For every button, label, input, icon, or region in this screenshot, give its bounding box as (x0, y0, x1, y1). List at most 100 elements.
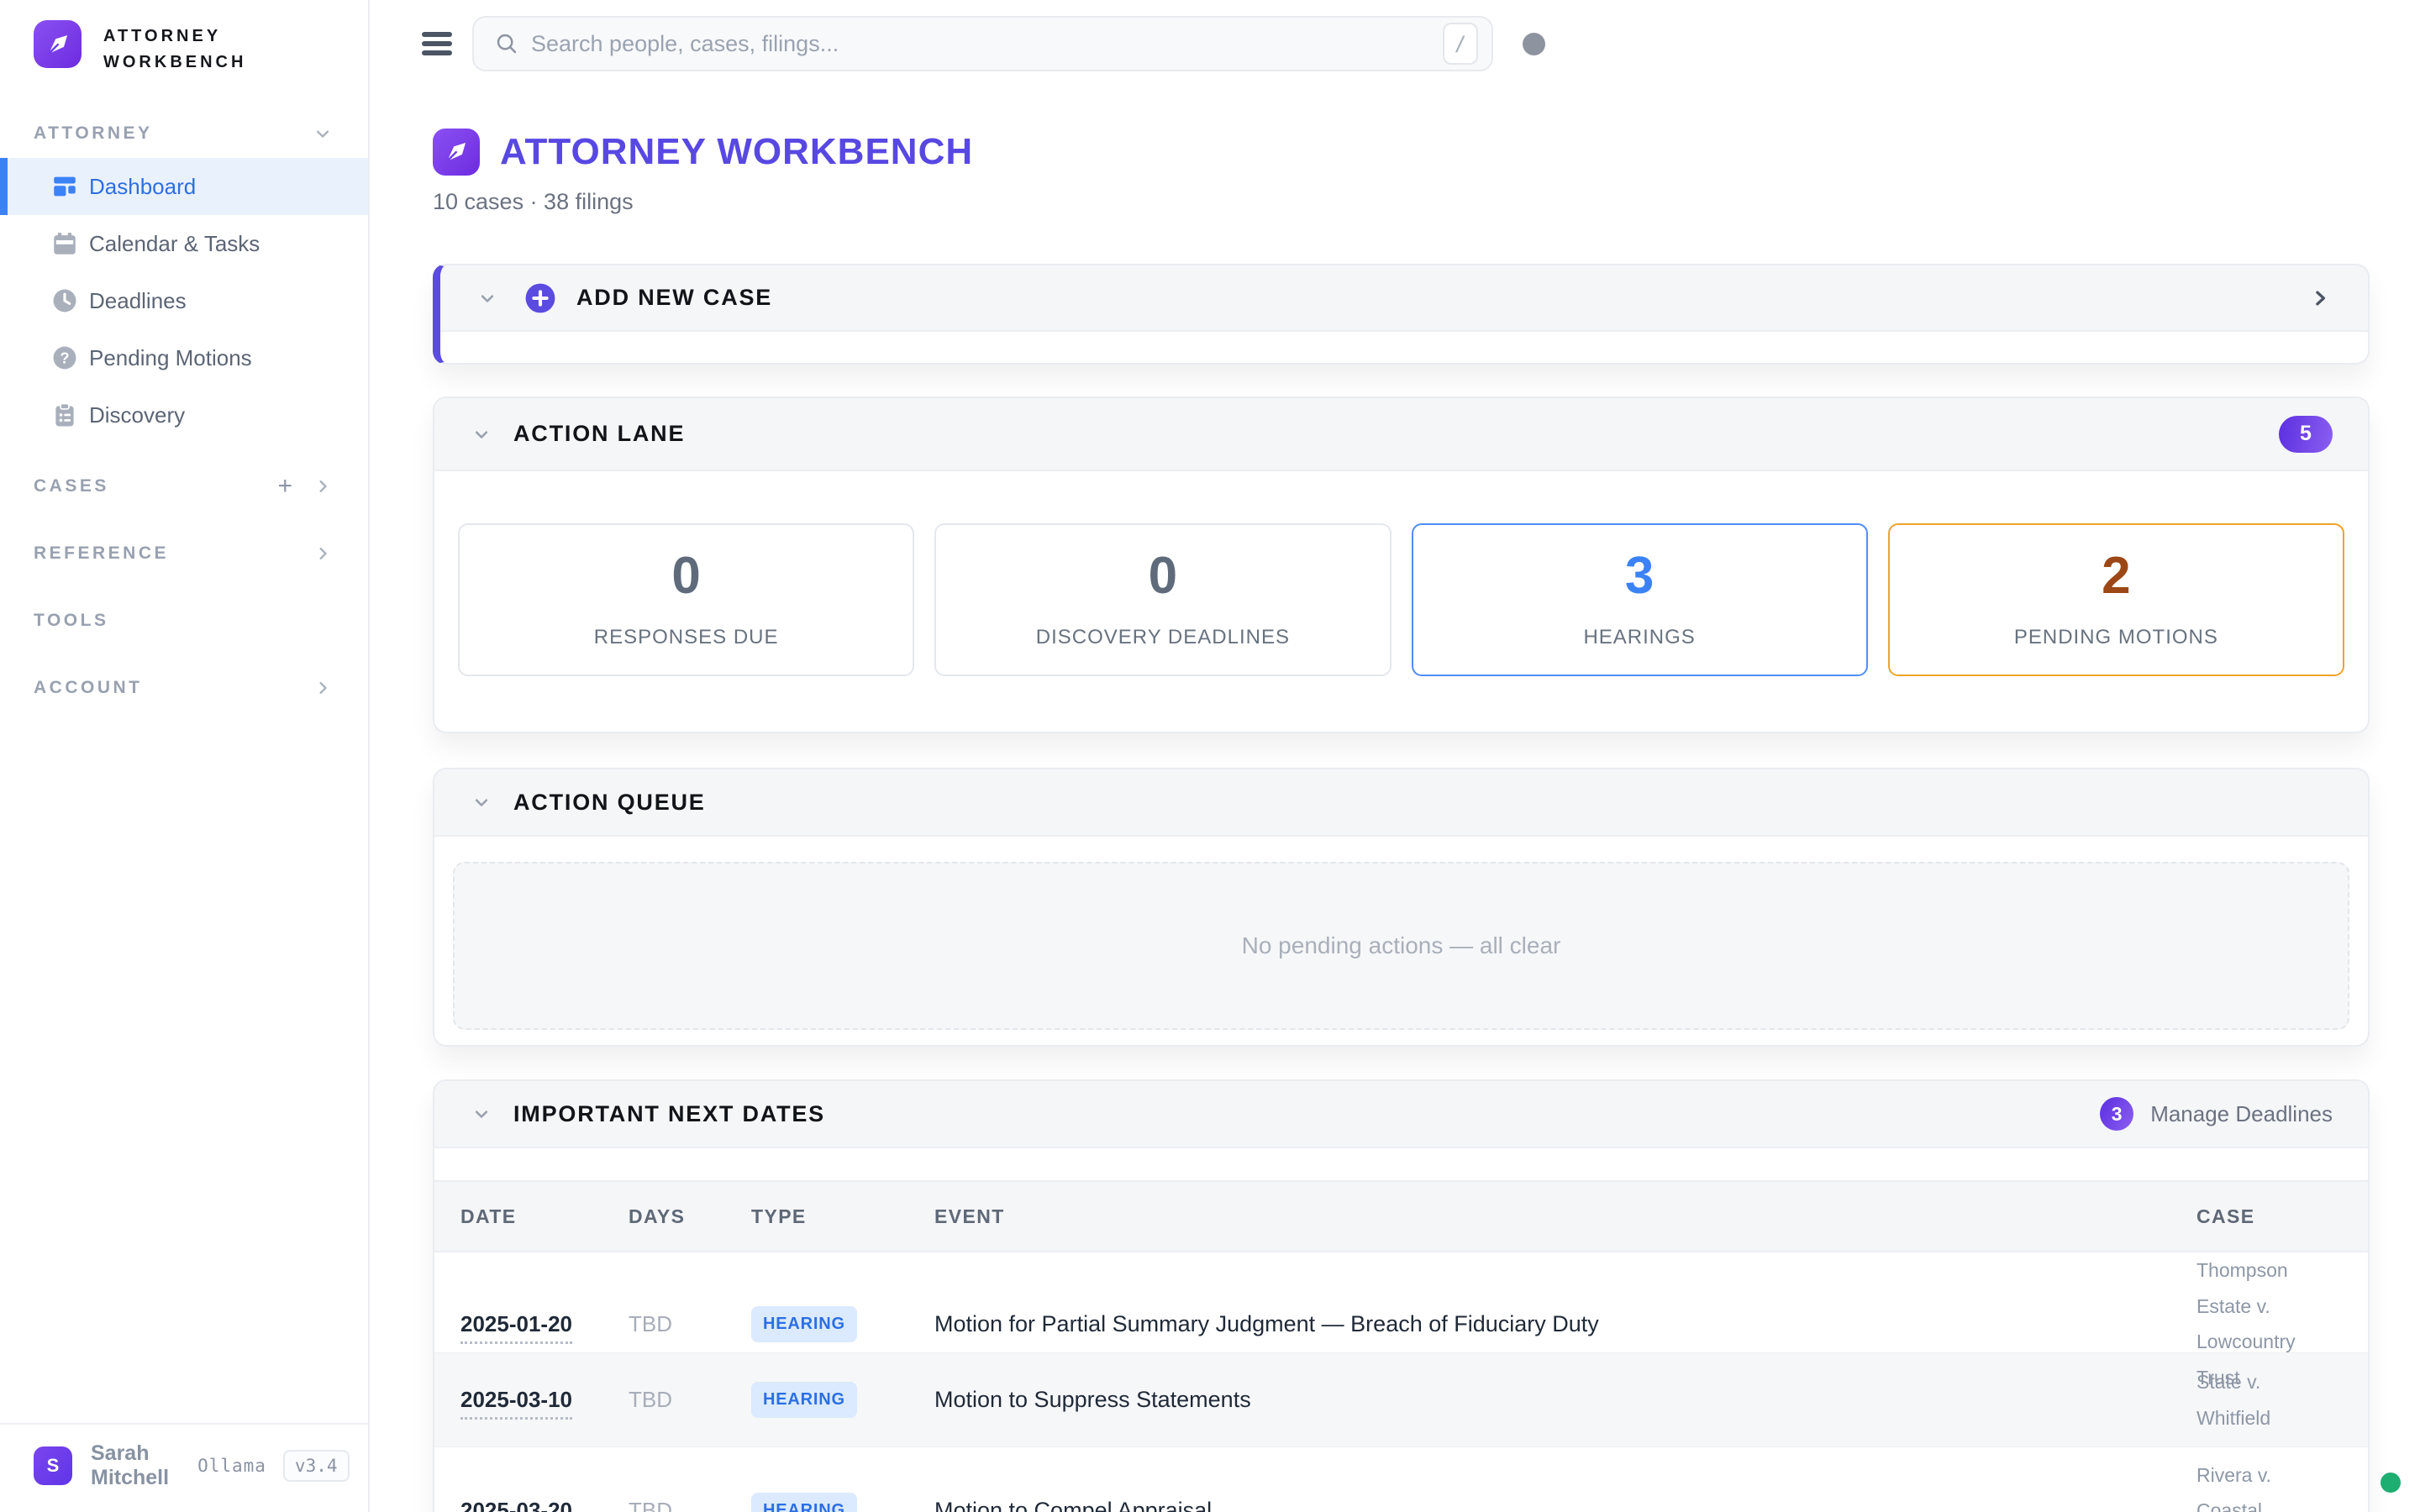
stat-card-responses-due[interactable]: 0 RESPONSES DUE (458, 523, 914, 676)
sidebar-item-deadlines[interactable]: Deadlines (0, 272, 368, 329)
sidebar-item-label: Deadlines (89, 288, 187, 314)
user-profile[interactable]: S Sarah Mitchell Ollama v3.4 (0, 1423, 368, 1512)
user-name: Sarah Mitchell (91, 1441, 169, 1490)
stat-value: 2 (2102, 550, 2130, 602)
table-row[interactable]: 2025-03-20 TBD HEARING Motion to Compel … (434, 1447, 2368, 1512)
column-header-days: DAYS (629, 1205, 751, 1228)
main-area: / ATTORNEY WORKBENCH 10 cases · 38 filin… (370, 0, 2420, 1512)
menu-icon[interactable] (422, 30, 452, 57)
type-cell: HEARING (751, 1493, 934, 1512)
case-cell: Rivera v. Coastal Insurance (2196, 1457, 2339, 1512)
page-title: ATTORNEY WORKBENCH (500, 131, 973, 173)
stat-value: 0 (671, 550, 700, 602)
case-cell: State v. Whitfield (2196, 1364, 2339, 1436)
event-cell: Motion for Partial Summary Judgment — Br… (934, 1311, 2196, 1337)
action-lane-title: ACTION LANE (513, 421, 685, 447)
stat-card-pending-motions[interactable]: 2 PENDING MOTIONS (1888, 523, 2344, 676)
search-bar: / (472, 16, 1493, 71)
action-queue-body: No pending actions — all clear (434, 837, 2368, 1030)
table-row[interactable]: 2025-03-10 TBD HEARING Motion to Suppres… (434, 1353, 2368, 1447)
chevron-down-icon[interactable] (470, 790, 493, 814)
sidebar-item-label: Dashboard (89, 174, 196, 200)
event-cell: Motion to Compel Appraisal (934, 1498, 2196, 1512)
dashboard-icon (50, 172, 79, 201)
days-cell: TBD (629, 1387, 751, 1413)
next-dates-count-badge: 3 (2100, 1097, 2133, 1131)
chevron-down-icon[interactable] (470, 423, 493, 446)
brand-line-1: ATTORNEY (103, 24, 246, 50)
attorney-workbench-app: ATTORNEY WORKBENCH ATTORNEY Dashboard (0, 0, 2420, 1512)
action-lane-count-badge: 5 (2279, 416, 2333, 453)
sidebar-item-pending-motions[interactable]: ? Pending Motions (0, 329, 368, 386)
sidebar-nav: ATTORNEY Dashboard Cale (0, 109, 368, 712)
search-input[interactable] (531, 31, 1443, 57)
plus-circle-icon (524, 282, 556, 314)
add-case-plus-icon[interactable]: + (277, 474, 292, 499)
date-value[interactable]: 2025-03-20 (460, 1498, 572, 1512)
section-label-tools: TOOLS (34, 611, 108, 631)
add-new-case-header[interactable]: ADD NEW CASE (440, 265, 2368, 332)
search-icon (494, 31, 519, 56)
chevron-down-icon[interactable] (476, 286, 499, 310)
version-badge: v3.4 (283, 1450, 350, 1482)
sidebar-item-label: Calendar & Tasks (89, 231, 260, 257)
sidebar-item-label: Pending Motions (89, 345, 252, 371)
date-cell: 2025-01-20 (460, 1311, 629, 1337)
brand-line-2: WORKBENCH (103, 50, 246, 76)
next-dates-header[interactable]: IMPORTANT NEXT DATES 3 Manage Deadlines (434, 1081, 2368, 1148)
chevron-right-icon (311, 542, 334, 565)
sidebar-item-dashboard[interactable]: Dashboard (0, 158, 368, 215)
app-logo-icon (34, 20, 82, 68)
column-header-event: EVENT (934, 1205, 2196, 1228)
brand: ATTORNEY WORKBENCH (0, 0, 368, 76)
next-dates-table: DATE DAYS TYPE EVENT CASE 2025-01-20 TBD… (434, 1180, 2368, 1512)
connection-status-icon (2381, 1473, 2401, 1493)
sidebar-section-attorney[interactable]: ATTORNEY (0, 109, 368, 158)
action-queue-title: ACTION QUEUE (513, 790, 706, 816)
page-logo-icon (433, 129, 480, 176)
action-lane-body: 0 RESPONSES DUE 0 DISCOVERY DEADLINES 3 … (434, 471, 2368, 676)
chevron-right-icon (311, 475, 334, 498)
chevron-right-icon[interactable] (2307, 286, 2333, 311)
important-next-dates-card: IMPORTANT NEXT DATES 3 Manage Deadlines … (433, 1079, 2370, 1512)
stat-value: 3 (1625, 550, 1654, 602)
stat-card-discovery-deadlines[interactable]: 0 DISCOVERY DEADLINES (934, 523, 1391, 676)
date-cell: 2025-03-10 (460, 1387, 629, 1413)
table-row[interactable]: 2025-01-20 TBD HEARING Motion for Partia… (434, 1252, 2368, 1353)
section-label-account: ACCOUNT (34, 678, 143, 698)
type-cell: HEARING (751, 1306, 934, 1342)
date-cell: 2025-03-20 (460, 1498, 629, 1512)
sidebar-section-cases[interactable]: CASES + (0, 462, 368, 511)
chevron-down-icon (311, 122, 334, 145)
sidebar-section-account[interactable]: ACCOUNT (0, 664, 368, 712)
days-cell: TBD (629, 1498, 751, 1512)
stat-label: HEARINGS (1583, 626, 1695, 649)
manage-deadlines-link[interactable]: Manage Deadlines (2150, 1101, 2333, 1127)
date-value[interactable]: 2025-03-10 (460, 1387, 572, 1420)
content: ATTORNEY WORKBENCH 10 cases · 38 filings… (433, 129, 2370, 1512)
sidebar-section-reference[interactable]: REFERENCE (0, 529, 368, 578)
stat-card-hearings[interactable]: 3 HEARINGS (1412, 523, 1868, 676)
sidebar-item-calendar-tasks[interactable]: Calendar & Tasks (0, 215, 368, 272)
page-header: ATTORNEY WORKBENCH 10 cases · 38 filings (433, 129, 2370, 215)
chevron-down-icon[interactable] (470, 1102, 493, 1126)
action-queue-header[interactable]: ACTION QUEUE (434, 769, 2368, 837)
sidebar-section-tools[interactable]: TOOLS (0, 596, 368, 645)
status-indicator-icon (1523, 33, 1545, 55)
search-shortcut-badge: / (1443, 23, 1478, 65)
date-value[interactable]: 2025-01-20 (460, 1311, 572, 1344)
event-cell: Motion to Suppress Statements (934, 1387, 2196, 1413)
section-label-reference: REFERENCE (34, 543, 169, 564)
sidebar-item-discovery[interactable]: Discovery (0, 386, 368, 444)
chevron-right-icon (311, 676, 334, 700)
sidebar: ATTORNEY WORKBENCH ATTORNEY Dashboard (0, 0, 370, 1512)
type-cell: HEARING (751, 1382, 934, 1418)
hearing-badge: HEARING (751, 1493, 857, 1512)
column-header-type: TYPE (751, 1205, 934, 1228)
add-new-case-card: ADD NEW CASE (433, 264, 2370, 365)
action-lane-header[interactable]: ACTION LANE 5 (434, 398, 2368, 471)
help-circle-icon: ? (50, 344, 79, 372)
clock-icon (50, 286, 79, 315)
add-new-case-title: ADD NEW CASE (576, 285, 772, 311)
stat-value: 0 (1149, 550, 1177, 602)
